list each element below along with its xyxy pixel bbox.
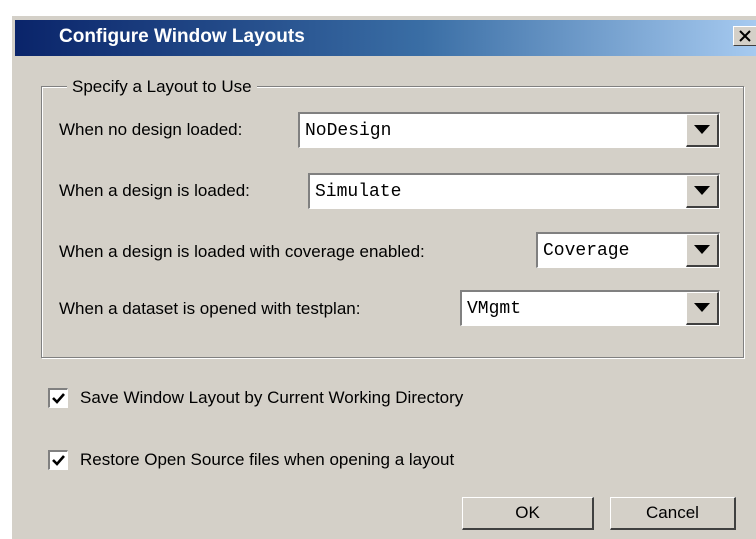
no-design-dropdown-button[interactable] [686, 114, 719, 147]
testplan-layout-value: VMgmt [467, 299, 522, 319]
chevron-down-icon [694, 245, 710, 254]
no-design-layout-select[interactable]: NoDesign [298, 112, 720, 148]
no-design-layout-value: NoDesign [305, 121, 392, 141]
group-legend: Specify a Layout to Use [67, 77, 257, 97]
ok-button[interactable]: OK [462, 497, 594, 530]
dataset-testplan-label: When a dataset is opened with testplan: [59, 299, 361, 318]
restore-sources-checkbox[interactable] [48, 450, 68, 470]
coverage-enabled-label: When a design is loaded with coverage en… [59, 242, 425, 261]
close-icon [739, 30, 751, 42]
design-loaded-layout-value: Simulate [315, 182, 402, 202]
testplan-layout-select[interactable]: VMgmt [460, 290, 720, 326]
chevron-down-icon [694, 125, 710, 134]
coverage-dropdown-button[interactable] [686, 234, 719, 267]
cancel-button[interactable]: Cancel [610, 497, 736, 530]
title-bar[interactable]: Configure Window Layouts [15, 20, 756, 56]
chevron-down-icon [694, 303, 710, 312]
save-layout-label: Save Window Layout by Current Working Di… [80, 388, 464, 407]
close-button[interactable] [733, 26, 756, 46]
save-layout-checkbox[interactable] [48, 388, 68, 408]
configure-window-layouts-dialog: Configure Window Layouts Specify a Layou… [12, 16, 756, 539]
checkmark-icon [52, 393, 65, 404]
chevron-down-icon [694, 186, 710, 195]
restore-sources-label: Restore Open Source files when opening a… [80, 450, 455, 469]
dialog-title: Configure Window Layouts [59, 26, 305, 47]
coverage-layout-value: Coverage [543, 241, 630, 261]
testplan-dropdown-button[interactable] [686, 292, 719, 325]
design-loaded-dropdown-button[interactable] [686, 175, 719, 208]
coverage-layout-select[interactable]: Coverage [536, 232, 720, 268]
design-loaded-label: When a design is loaded: [59, 181, 250, 200]
checkmark-icon [52, 455, 65, 466]
no-design-label: When no design loaded: [59, 120, 243, 139]
design-loaded-layout-select[interactable]: Simulate [308, 173, 720, 209]
